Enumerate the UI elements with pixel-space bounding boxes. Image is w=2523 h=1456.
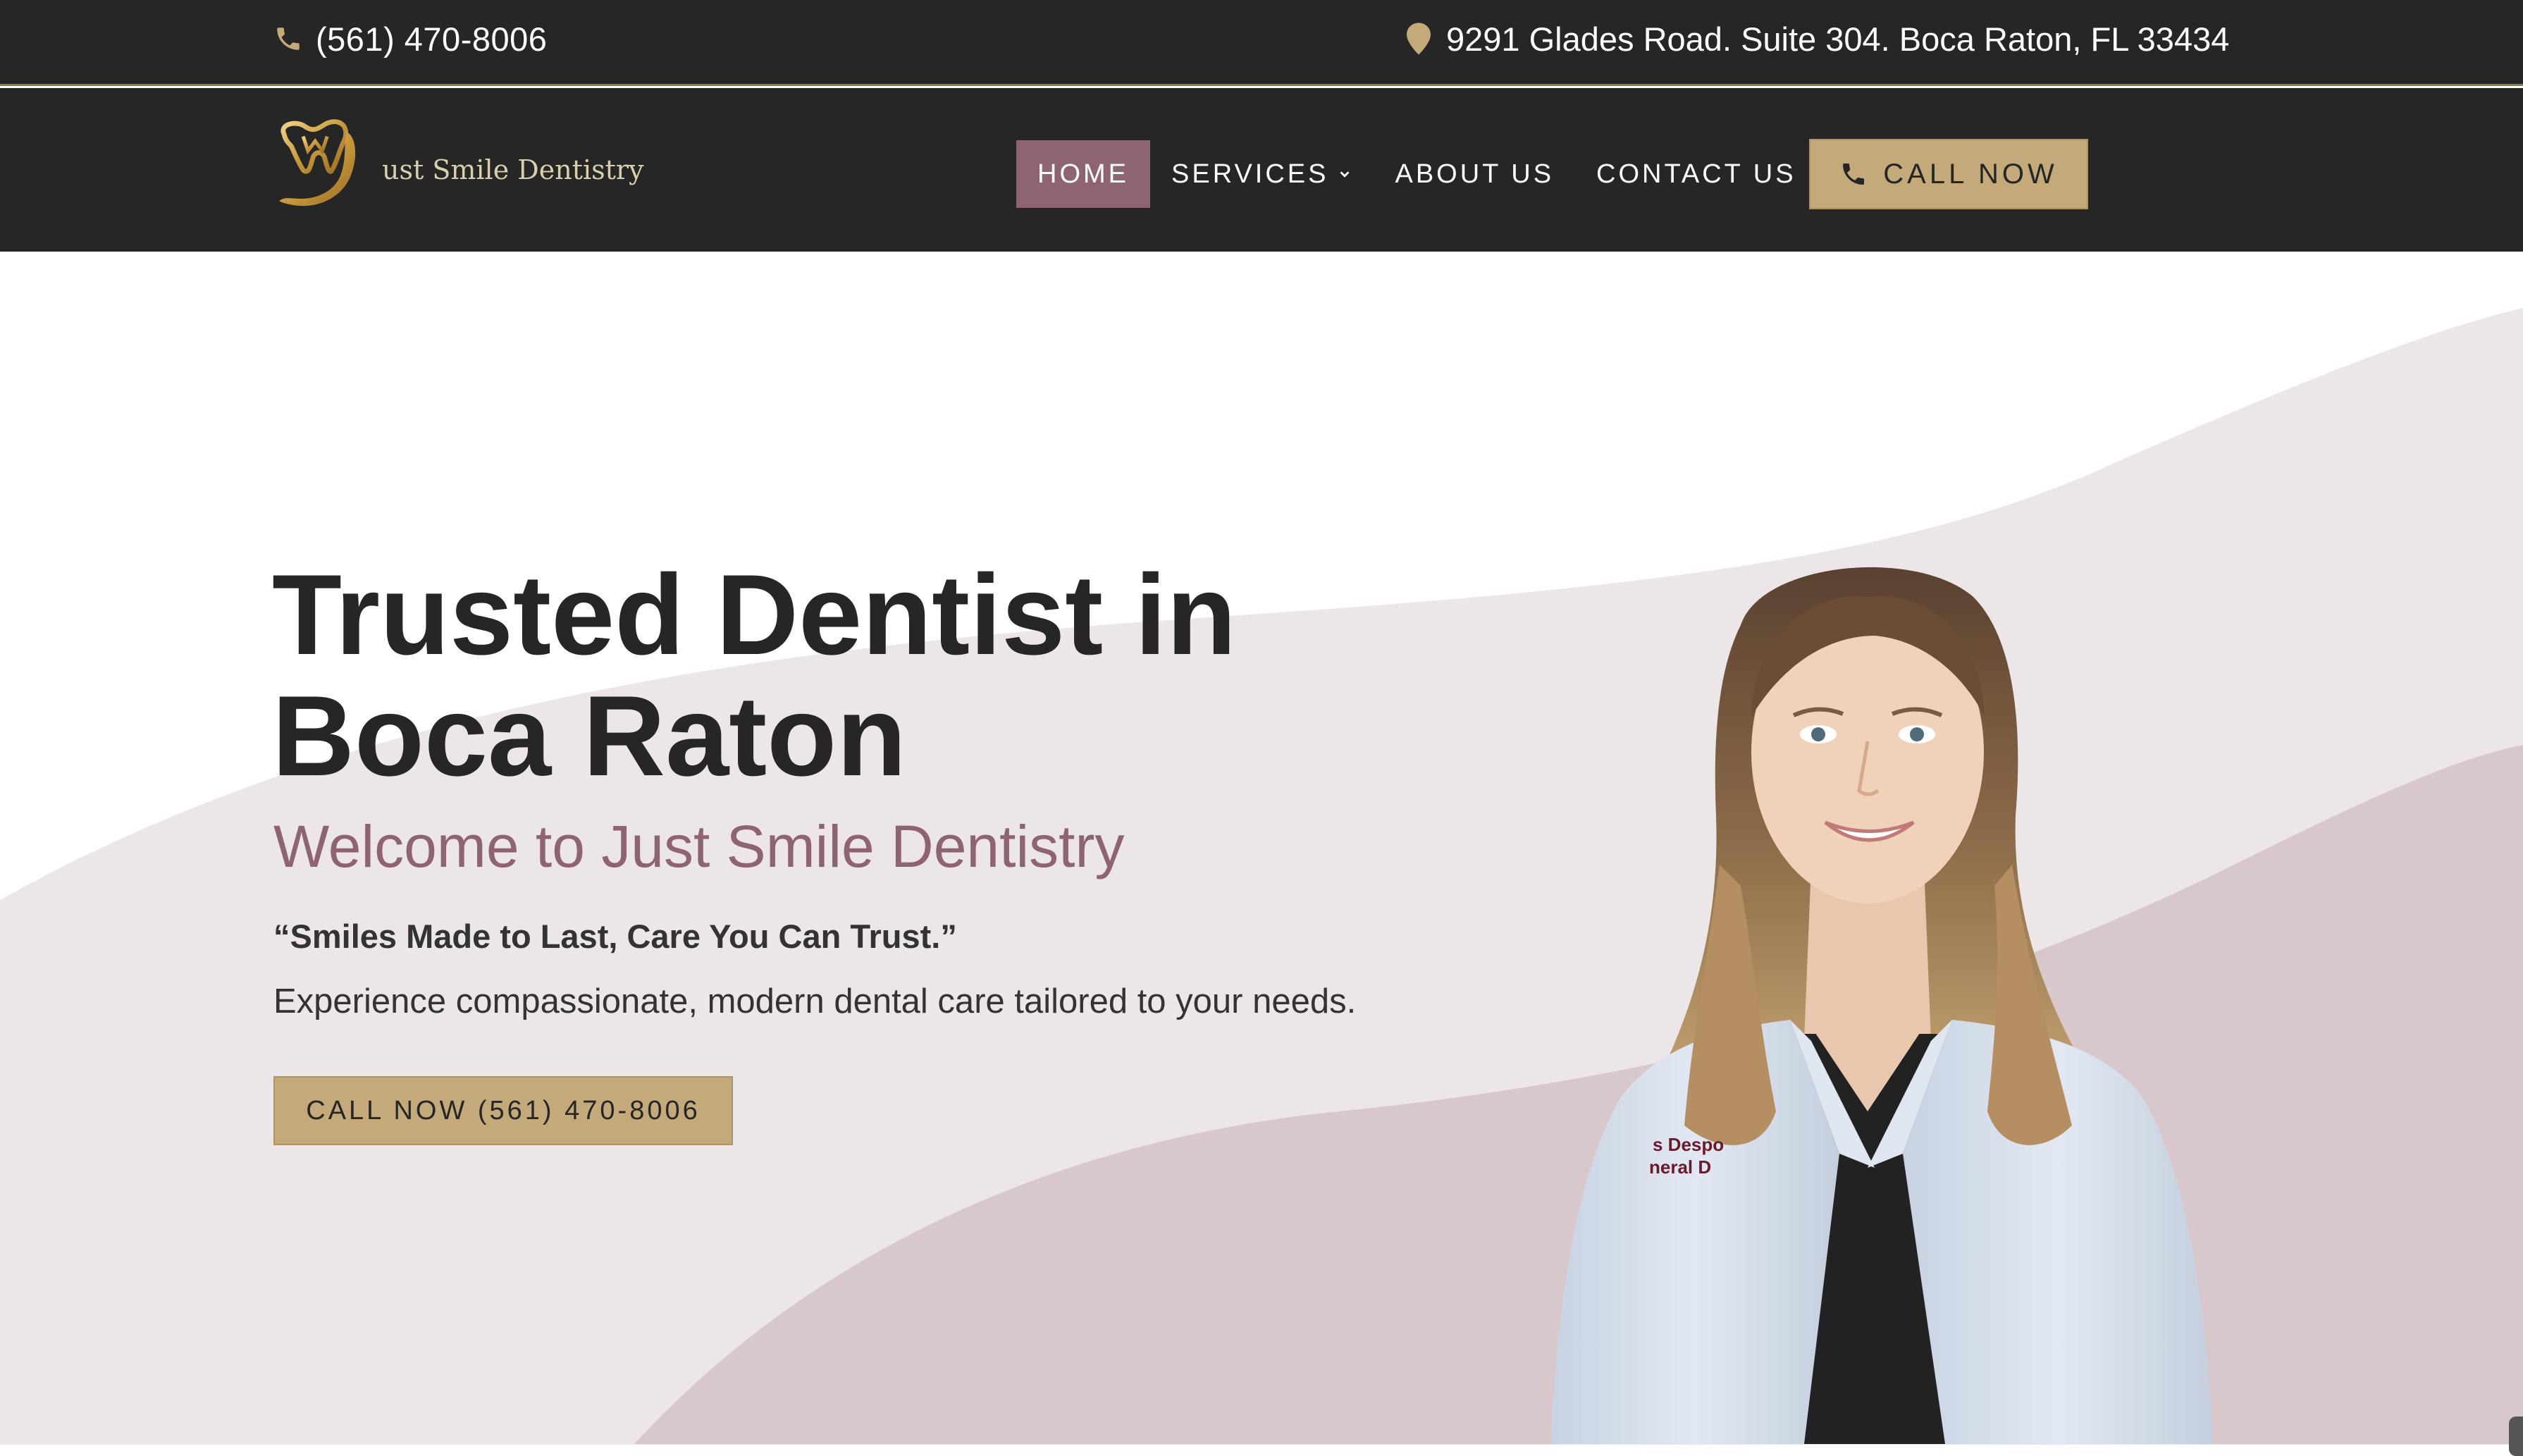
phone-icon — [273, 24, 303, 54]
top-info-bar: (561) 470-8006 9291 Glades Road. Suite 3… — [0, 0, 2523, 86]
tooth-logo-icon — [279, 119, 356, 206]
hero-title-line-2: Boca Raton — [272, 672, 907, 800]
call-now-label: CALL NOW — [1883, 158, 2058, 190]
nav-home-label: HOME — [1037, 159, 1129, 189]
site-logo[interactable]: ust Smile Dentistry — [272, 115, 644, 235]
top-address: 9291 Glades Road. Suite 304. Boca Raton,… — [1407, 18, 2229, 59]
chevron-down-icon — [1337, 166, 1352, 182]
top-address-text: 9291 Glades Road. Suite 304. Boca Raton,… — [1446, 20, 2230, 58]
nav-services-label: SERVICES — [1171, 159, 1329, 189]
main-header: ust Smile Dentistry HOME SERVICES ABOUT … — [0, 88, 2523, 252]
map-pin-icon — [1407, 23, 1431, 55]
hero-title-line-1: Trusted Dentist in — [272, 551, 1237, 679]
hero-call-label: CALL NOW (561) 470-8006 — [306, 1095, 701, 1125]
hero-quote: “Smiles Made to Last, Care You Can Trust… — [273, 918, 957, 955]
top-phone-text: (561) 470-8006 — [316, 20, 548, 58]
hero-description: Experience compassionate, modern dental … — [273, 982, 1357, 1020]
nav-contact-label: CONTACT US — [1596, 159, 1796, 189]
hero-title: Trusted Dentist in Boca Raton — [272, 555, 1470, 797]
dentist-portrait: s Despo neral D — [1508, 548, 2255, 1444]
call-now-button[interactable]: CALL NOW — [1809, 139, 2088, 209]
nav-services[interactable]: SERVICES — [1150, 140, 1352, 208]
nav-about-label: ABOUT US — [1395, 159, 1555, 189]
hero-subtitle: Welcome to Just Smile Dentistry — [273, 813, 1125, 880]
nav-home[interactable]: HOME — [1016, 140, 1150, 208]
coat-badge-line-2: neral D — [1649, 1156, 1711, 1178]
top-phone-link[interactable]: (561) 470-8006 — [273, 18, 547, 59]
phone-icon — [1839, 160, 1868, 188]
primary-nav: HOME SERVICES ABOUT US CONTACT US — [1016, 140, 1818, 208]
scroll-to-top-handle[interactable] — [2509, 1417, 2523, 1456]
nav-about[interactable]: ABOUT US — [1352, 140, 1575, 208]
section-divider — [0, 1444, 2523, 1456]
hero-call-button[interactable]: CALL NOW (561) 470-8006 — [273, 1076, 733, 1145]
coat-badge-line-1: s Despo — [1653, 1134, 1724, 1155]
dentist-photo: s Despo neral D — [1550, 567, 2213, 1444]
nav-contact[interactable]: CONTACT US — [1575, 140, 1818, 208]
logo-text: ust Smile Dentistry — [382, 154, 644, 185]
hero-section: Trusted Dentist in Boca Raton Welcome to… — [0, 252, 2523, 1444]
